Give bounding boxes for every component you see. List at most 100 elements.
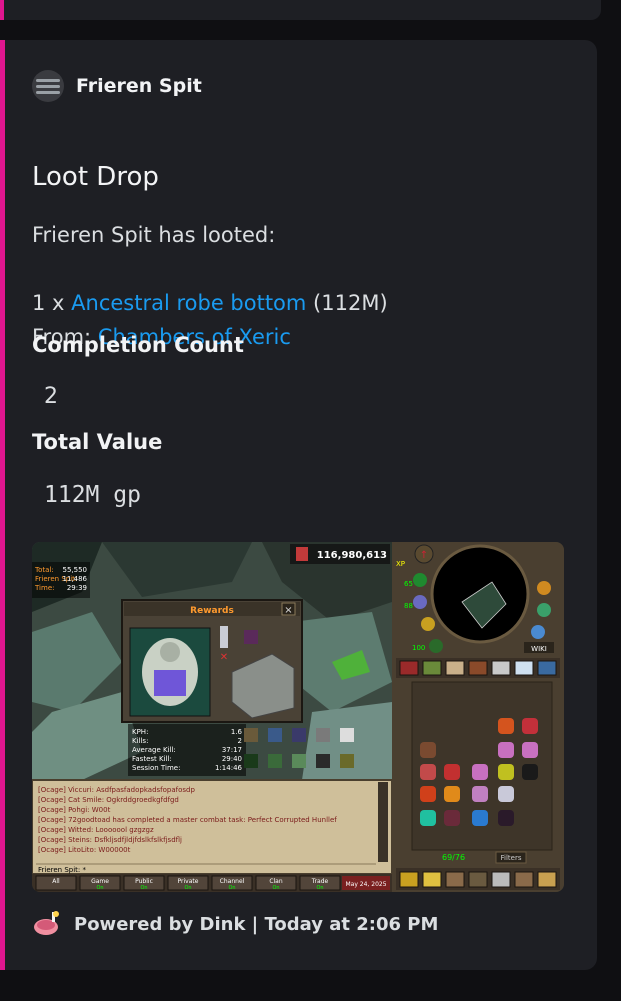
raid-stat-label: Fastest Kill:	[132, 755, 172, 763]
chat-input[interactable]: Frieren Spit: *	[38, 866, 86, 874]
filters-label: Filters	[501, 854, 522, 862]
chat-tab-state: On	[140, 885, 147, 891]
inventory-item[interactable]	[472, 810, 488, 826]
loot-item-icon	[220, 626, 228, 648]
hitpoints-orb-icon[interactable]	[413, 573, 427, 587]
chat-tab-label: Clan	[269, 878, 283, 885]
activity-advisor-icon[interactable]	[537, 603, 551, 617]
inventory-item[interactable]	[472, 764, 488, 780]
field-name-total-value: Total Value	[32, 430, 163, 454]
chat-scrollbar[interactable]	[378, 782, 388, 862]
overlay-total-value: 55,550	[63, 566, 88, 574]
raid-stat-value: 1:14:46	[215, 764, 243, 772]
side-tabs-top	[399, 660, 557, 676]
inventory-item[interactable]	[444, 810, 460, 826]
inventory-item[interactable]	[420, 742, 436, 758]
side-tab-icon[interactable]	[422, 871, 442, 888]
wiki-label: WIKI	[531, 645, 547, 653]
chat-tab-label: Public	[135, 878, 153, 885]
previous-message-card	[0, 0, 601, 20]
hitpoints-value: 65	[404, 580, 413, 588]
chat-line: [Ocage] Pohgi: W00t	[38, 806, 111, 814]
special-orb-icon[interactable]	[429, 639, 443, 653]
loot-screenshot[interactable]: Total: 55,550 Frieren Spit: 11,486 Time:…	[32, 542, 564, 892]
chat-tab-label: Channel	[220, 878, 245, 885]
side-tab-icon[interactable]	[445, 871, 465, 888]
inventory-item[interactable]	[498, 810, 514, 826]
loot-embed: Frieren Spit Loot Drop Frieren Spit has …	[0, 40, 597, 970]
inventory-item[interactable]	[522, 718, 538, 734]
side-tab-icon[interactable]	[468, 871, 488, 888]
side-tab-icon[interactable]	[422, 660, 442, 676]
world-map-icon[interactable]	[537, 581, 551, 595]
rewards-title: Rewards	[190, 606, 234, 616]
side-tab-icon[interactable]	[514, 871, 534, 888]
item-value: (112M)	[306, 291, 388, 315]
inventory-item[interactable]	[498, 786, 514, 802]
svg-text:↑: ↑	[420, 550, 428, 561]
coin-counter: 116,980,613	[317, 550, 387, 561]
embed-title: Loot Drop	[32, 162, 159, 192]
chat-tab-state: On	[272, 885, 279, 891]
svg-text:✕: ✕	[220, 652, 228, 663]
chat-tab-label: All	[52, 878, 60, 885]
inventory-item[interactable]	[420, 810, 436, 826]
author-name[interactable]: Frieren Spit	[76, 75, 202, 97]
chat-tab-label: Game	[91, 878, 109, 885]
chat-line: [Ocage] Steins: Dsfkljsdfjldjfdslkfslkfj…	[38, 836, 182, 844]
description-line: Frieren Spit has looted:	[32, 223, 276, 247]
chat-tab-state: On	[184, 885, 191, 891]
raid-stat-label: KPH:	[132, 728, 148, 736]
embed-accent-bar	[0, 40, 5, 970]
chat-line: [Ocage] 72goodtoad has completed a maste…	[38, 816, 337, 824]
overlay-total-label: Total:	[34, 566, 54, 574]
raid-stat-value: 1.6	[231, 728, 243, 736]
side-tab-icon[interactable]	[468, 660, 488, 676]
inventory-item[interactable]	[498, 718, 514, 734]
side-tab-icon[interactable]	[514, 660, 534, 676]
run-value: 100	[412, 644, 425, 652]
side-tab-icon[interactable]	[537, 871, 557, 888]
chat-line: [Ocage] Cat Smile: Ogkrddgroedkgfdfgd	[38, 796, 179, 804]
raid-stat-value: 2	[238, 737, 242, 745]
chat-line: [Ocage] LitoLito: W00000t	[38, 846, 131, 854]
chat-tab-state: On	[228, 885, 235, 891]
inventory-item[interactable]	[444, 786, 460, 802]
author-avatar[interactable]	[32, 70, 64, 102]
inventory-item[interactable]	[420, 764, 436, 780]
prayer-value: 88	[404, 602, 413, 610]
field-name-completion-count: Completion Count	[32, 333, 244, 357]
xp-drop-label[interactable]: XP	[396, 560, 405, 568]
item-link[interactable]: Ancestral robe bottom	[71, 291, 306, 315]
side-tabs-bottom	[399, 871, 557, 888]
inventory-item[interactable]	[472, 786, 488, 802]
dink-icon	[34, 911, 59, 935]
inventory-item[interactable]	[498, 764, 514, 780]
close-icon: ×	[284, 605, 292, 616]
side-tab-icon[interactable]	[399, 660, 419, 676]
raid-stat-label: Session Time:	[132, 764, 180, 772]
raid-stat-label: Kills:	[132, 737, 148, 745]
side-tab-icon[interactable]	[399, 871, 419, 888]
side-tab-icon[interactable]	[537, 660, 557, 676]
inventory-item[interactable]	[522, 742, 538, 758]
side-tab-icon[interactable]	[491, 871, 511, 888]
inventory-item[interactable]	[444, 764, 460, 780]
footer-text: Powered by Dink | Today at 2:06 PM	[74, 913, 439, 935]
field-value-completion-count: 2	[44, 384, 58, 409]
side-tab-icon[interactable]	[445, 660, 465, 676]
date-text: May 24, 2025	[345, 881, 386, 888]
embed-author[interactable]: Frieren Spit	[32, 70, 202, 102]
chat-tab-state: On	[316, 885, 323, 891]
inventory-count: 69/76	[442, 853, 465, 862]
globe-icon[interactable]	[531, 625, 545, 639]
raid-stat-value: 37:17	[222, 746, 242, 754]
side-tab-icon[interactable]	[491, 660, 511, 676]
run-orb-icon[interactable]	[421, 617, 435, 631]
inventory-item[interactable]	[498, 742, 514, 758]
chat-tab-label: Trade	[311, 878, 329, 885]
prayer-orb-icon[interactable]	[413, 595, 427, 609]
chat-tab-state: On	[96, 885, 103, 891]
inventory-item[interactable]	[522, 764, 538, 780]
inventory-item[interactable]	[420, 786, 436, 802]
